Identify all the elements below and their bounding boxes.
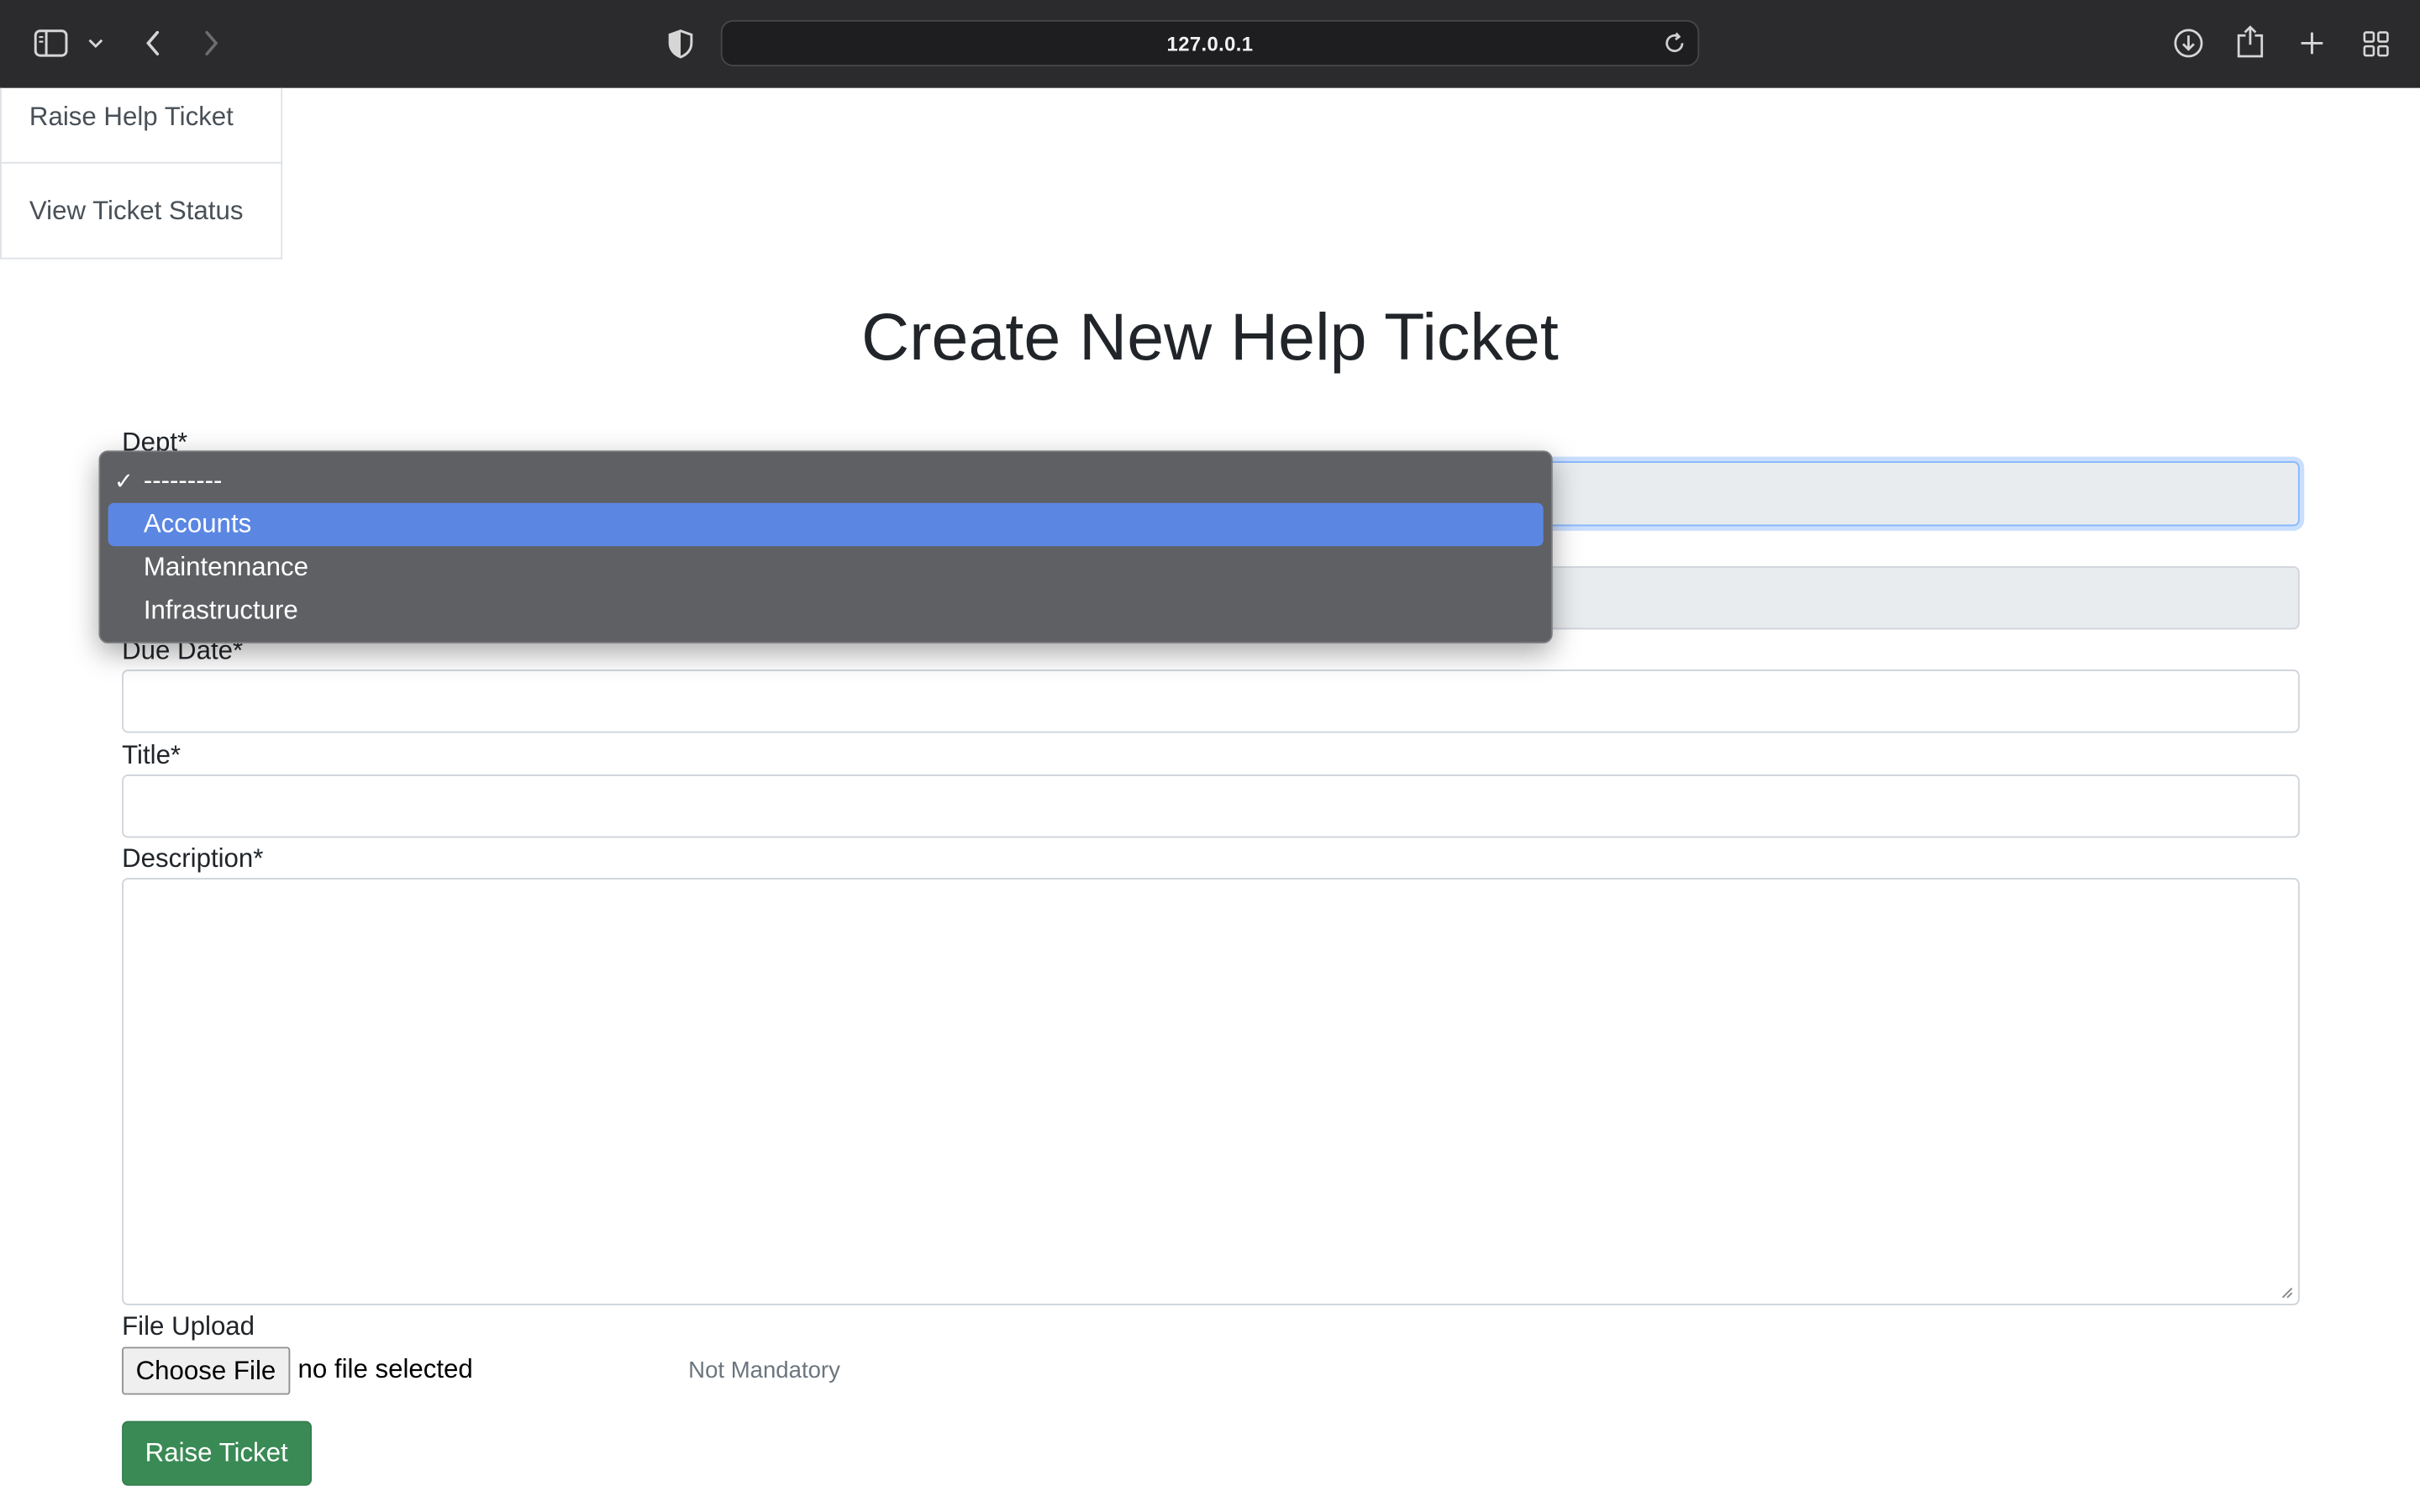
- shield-icon[interactable]: [666, 26, 697, 60]
- due-date-input[interactable]: [122, 669, 2300, 733]
- raise-ticket-button[interactable]: Raise Ticket: [122, 1420, 312, 1486]
- plus-icon[interactable]: [2296, 28, 2328, 59]
- browser-toolbar: 127.0.0.1: [0, 0, 2420, 88]
- menu-item-raise-help-ticket[interactable]: Raise Help Ticket: [0, 87, 283, 164]
- side-menu: Raise Help Ticket View Ticket Status: [0, 87, 283, 260]
- address-bar[interactable]: 127.0.0.1: [720, 19, 1700, 66]
- back-arrow-icon[interactable]: [139, 26, 166, 60]
- share-icon[interactable]: [2235, 24, 2266, 60]
- title-input[interactable]: [122, 774, 2300, 838]
- url-text: 127.0.0.1: [1166, 31, 1254, 55]
- option-label: ---------: [143, 465, 223, 496]
- option-label: Accounts: [143, 509, 252, 539]
- description-label: Description*: [122, 843, 264, 874]
- file-help-text: Not Mandatory: [688, 1357, 840, 1384]
- sidebar-icon[interactable]: [34, 28, 68, 59]
- dept-dropdown-menu: ✓ --------- Accounts Maintennance Infras…: [98, 450, 1553, 643]
- reload-icon[interactable]: [1662, 31, 1690, 59]
- download-icon[interactable]: [2171, 26, 2205, 60]
- grid-icon[interactable]: [2360, 28, 2391, 59]
- chevron-down-icon[interactable]: [87, 33, 105, 55]
- page-title: Create New Help Ticket: [861, 301, 1559, 375]
- dept-option-accounts[interactable]: Accounts: [108, 502, 1544, 547]
- menu-item-view-ticket-status[interactable]: View Ticket Status: [0, 163, 283, 260]
- dept-option-infrastructure[interactable]: Infrastructure: [108, 590, 1544, 633]
- dept-option-placeholder[interactable]: ✓ ---------: [108, 459, 1544, 502]
- option-label: Maintennance: [143, 552, 309, 582]
- dept-option-maintennance[interactable]: Maintennance: [108, 546, 1544, 589]
- no-file-selected-text: no file selected: [297, 1354, 473, 1384]
- description-textarea[interactable]: [122, 878, 2300, 1305]
- file-upload-label: File Upload: [122, 1311, 255, 1341]
- title-label: Title*: [122, 740, 182, 770]
- forward-arrow-icon[interactable]: [197, 26, 225, 60]
- checkmark-icon: ✓: [113, 469, 134, 496]
- choose-file-button[interactable]: Choose File: [122, 1347, 290, 1395]
- option-label: Infrastructure: [143, 595, 298, 625]
- resize-grip-icon[interactable]: [2281, 1287, 2294, 1299]
